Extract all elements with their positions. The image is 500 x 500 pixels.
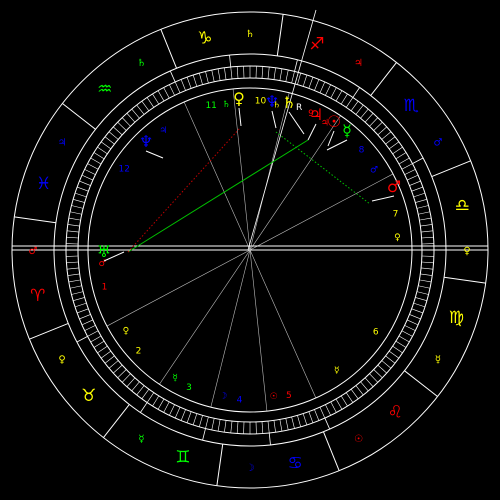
sign-ruler-icon: ♀ [58, 355, 65, 366]
sign-ruler-icon: ☿ [435, 355, 441, 366]
venus-planet-icon: ♀ [233, 89, 245, 108]
jupiter-planet-icon: ♃ [309, 105, 323, 124]
house-ruler-icon: ♀ [394, 233, 401, 243]
sign-ruler-icon: ☿ [138, 434, 144, 445]
house-3-number: 3 [186, 383, 192, 393]
aquarius-sign-icon: ♒ [97, 80, 112, 100]
capricorn-sign-icon: ♑ [197, 29, 212, 49]
sign-ruler-icon: ♂ [29, 246, 38, 257]
house-12-number: 12 [118, 164, 129, 174]
house-ruler-icon: ☿ [172, 374, 178, 384]
aries-sign-icon: ♈ [30, 286, 45, 306]
sign-ruler-icon: ☉ [354, 434, 363, 445]
sign-ruler-icon: ♄ [246, 29, 255, 40]
uranus-planet-icon: ♅ [97, 242, 111, 261]
house-ruler-icon: ♀ [123, 327, 130, 337]
sign-ruler-icon: ♀ [463, 246, 470, 257]
sign-ruler-icon: ♂ [433, 138, 442, 149]
house-11-number: 11 [205, 101, 216, 111]
saturn-planet-icon: ♄ [282, 93, 296, 112]
house-5-number: 5 [286, 391, 292, 401]
house-4-number: 4 [237, 396, 243, 406]
virgo-sign-icon: ♍ [449, 308, 464, 328]
house-ruler-icon: ♂ [370, 165, 378, 175]
house-ruler-icon: ☿ [334, 366, 340, 376]
house-2-number: 2 [136, 346, 142, 356]
pisces-sign-icon: ♓ [36, 174, 51, 194]
sign-ruler-icon: ♄ [137, 58, 146, 69]
sign-ruler-icon: ♃ [354, 58, 363, 69]
house-ruler-icon: ☽ [219, 392, 227, 402]
sagittarius-sign-icon: ♐ [309, 35, 324, 55]
house-8-number: 8 [359, 146, 365, 156]
retrograde-label: R [296, 103, 302, 113]
cancer-sign-icon: ♋ [287, 453, 302, 473]
neptune-planet-icon: ♆ [139, 132, 153, 151]
taurus-sign-icon: ♉ [81, 386, 96, 406]
mercury-planet-icon: ☿ [342, 121, 352, 140]
house-ruler-icon: ♄ [222, 100, 230, 110]
sun-planet-icon: ☉ [327, 112, 341, 131]
neptune-2-planet-icon: ♆ [265, 92, 279, 111]
sign-ruler-icon: ♃ [58, 138, 67, 149]
house-1-number: 1 [102, 282, 108, 292]
horoscope-wheel: ♈ ♂ ♉ ♀ ♊ ☿ ♋ ☽ ♌ ☉ ♍ ☿ ♎ ♀ ♏ ♂ ♐ ♃ ♑ ♄ ♒ ♄ ♓ ♃ 1 ♂ 2 ♀ 3 ☿ 4 ☽ 5 ☉ 6 ☿ 7 ♀ 8… [0, 0, 500, 500]
sign-ruler-icon: ☽ [246, 463, 255, 474]
libra-sign-icon: ♎ [455, 196, 470, 216]
mars-planet-icon: ♂ [387, 177, 401, 196]
house-6-number: 6 [373, 328, 379, 338]
house-7-number: 7 [393, 210, 399, 220]
scorpio-sign-icon: ♏ [404, 96, 419, 116]
house-ruler-icon: ♃ [159, 126, 167, 136]
gemini-sign-icon: ♊ [175, 447, 190, 467]
leo-sign-icon: ♌ [388, 402, 403, 422]
house-ruler-icon: ☉ [270, 392, 278, 402]
